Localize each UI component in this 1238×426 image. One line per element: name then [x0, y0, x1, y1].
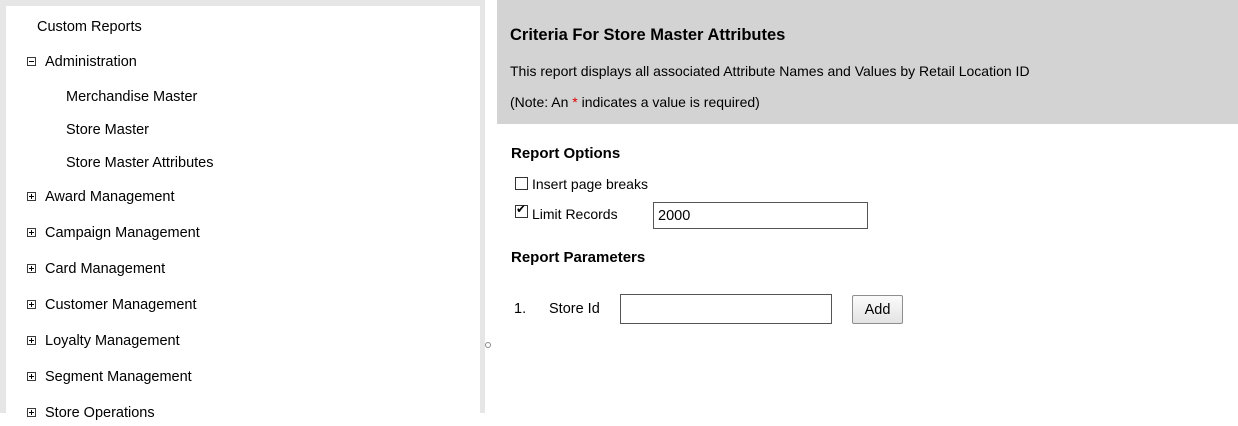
- collapse-icon[interactable]: [27, 57, 36, 66]
- nav-item-label: Store Master: [66, 122, 149, 138]
- nav-item-store-master-attributes[interactable]: Store Master Attributes: [66, 152, 213, 174]
- navigation-panel: Custom Reports Administration Merchandis…: [0, 0, 485, 426]
- nav-item-label: Loyalty Management: [45, 333, 180, 349]
- store-id-label: Store Id: [549, 301, 600, 317]
- nav-item-merchandise-master[interactable]: Merchandise Master: [66, 86, 197, 108]
- nav-item-custom-reports[interactable]: Custom Reports: [37, 16, 142, 38]
- expand-icon[interactable]: [27, 264, 36, 273]
- nav-item-store-master[interactable]: Store Master: [66, 119, 149, 141]
- insert-page-breaks-label: Insert page breaks: [532, 176, 648, 192]
- limit-records-input[interactable]: [653, 202, 868, 229]
- nav-item-label: Campaign Management: [45, 225, 200, 241]
- nav-item-label: Custom Reports: [37, 19, 142, 35]
- nav-item-label: Merchandise Master: [66, 89, 198, 105]
- page-title: Criteria For Store Master Attributes: [510, 26, 786, 44]
- report-description: This report displays all associated Attr…: [510, 63, 1030, 79]
- report-header: Criteria For Store Master Attributes Thi…: [497, 0, 1238, 124]
- limit-records-label: Limit Records: [532, 206, 618, 222]
- report-parameters-heading: Report Parameters: [511, 249, 646, 266]
- splitter-handle[interactable]: [485, 342, 491, 348]
- nav-item-label: Store Master Attributes: [66, 155, 214, 171]
- limit-records-checkbox[interactable]: [515, 202, 528, 218]
- expand-icon[interactable]: [27, 192, 36, 201]
- nav-item-label: Card Management: [45, 261, 166, 277]
- expand-icon[interactable]: [27, 228, 36, 237]
- expand-icon[interactable]: [27, 372, 36, 381]
- expand-icon[interactable]: [27, 336, 36, 345]
- navigation-tree: Custom Reports Administration Merchandis…: [6, 6, 480, 426]
- nav-item-label: Store Operations: [45, 405, 155, 421]
- nav-item-label: Segment Management: [45, 369, 192, 385]
- insert-page-breaks-checkbox[interactable]: [515, 177, 528, 190]
- nav-item-label: Customer Management: [45, 297, 197, 313]
- expand-icon[interactable]: [27, 300, 36, 309]
- required-note: (Note: An * indicates a value is require…: [510, 94, 760, 110]
- add-button[interactable]: Add: [852, 295, 903, 324]
- store-id-input[interactable]: [620, 294, 832, 324]
- report-options-heading: Report Options: [511, 145, 621, 162]
- note-prefix: (Note: An: [510, 94, 573, 110]
- note-suffix: indicates a value is required): [577, 94, 760, 110]
- nav-item-label: Award Management: [45, 189, 175, 205]
- nav-item-label: Administration: [45, 54, 137, 70]
- param-number: 1.: [514, 301, 527, 317]
